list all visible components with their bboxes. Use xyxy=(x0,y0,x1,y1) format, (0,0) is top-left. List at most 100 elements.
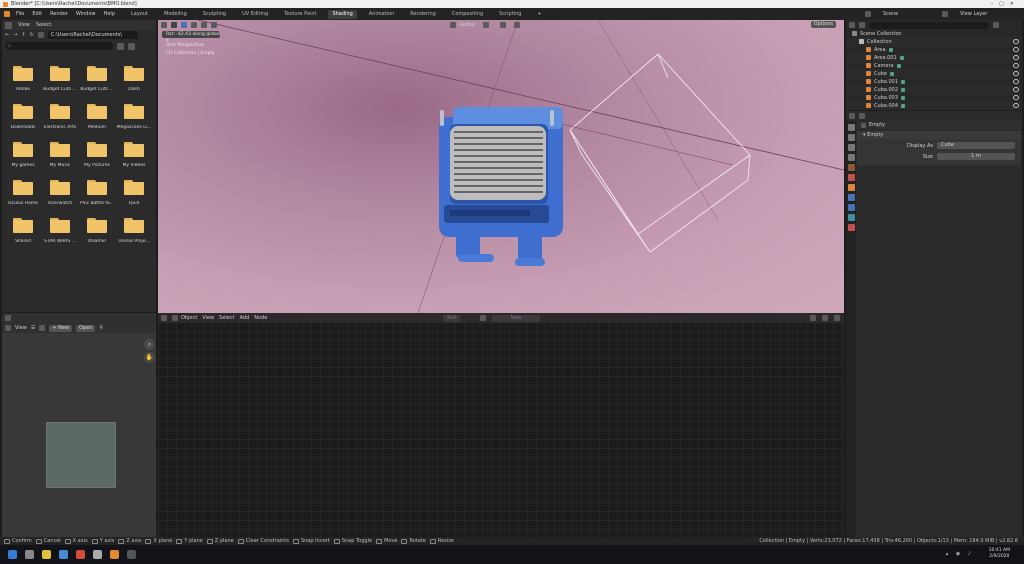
tab-animation[interactable]: Animation xyxy=(365,10,399,19)
object-tab-icon[interactable] xyxy=(847,184,855,191)
folder-item[interactable]: Medium xyxy=(79,104,115,130)
outliner-row[interactable]: Scene Collection xyxy=(846,30,1022,38)
view-layer-selector[interactable]: View Layer xyxy=(942,11,995,17)
folder-item[interactable]: My Pictures xyxy=(79,142,115,168)
backdrop-icon[interactable] xyxy=(822,315,828,321)
visibility-eye-icon[interactable] xyxy=(1013,71,1019,76)
ne-menu-add[interactable]: Add xyxy=(240,315,250,321)
outliner-search-input[interactable] xyxy=(869,21,989,29)
taskbar-clock[interactable]: 10:41 AM 2/9/2020 xyxy=(989,548,1010,560)
filter-search-input[interactable]: ⌕ xyxy=(5,42,113,50)
refresh-icon[interactable]: ↻ xyxy=(30,32,34,38)
folder-item[interactable]: Budget Cuts ... xyxy=(79,66,115,92)
folder-item[interactable]: My games xyxy=(5,142,41,168)
render-tab-icon[interactable] xyxy=(847,134,855,141)
select-subtract-icon[interactable] xyxy=(201,22,207,28)
pin-icon[interactable] xyxy=(810,315,816,321)
visibility-eye-icon[interactable] xyxy=(1013,79,1019,84)
app-icon-2[interactable] xyxy=(76,550,85,559)
pan-hand-icon[interactable]: ✋ xyxy=(144,352,155,363)
tab-shading[interactable]: Shading xyxy=(328,9,357,19)
tab-rendering[interactable]: Rendering xyxy=(406,10,440,19)
folder-item[interactable]: STAR WARS ... xyxy=(42,218,78,244)
search-icon[interactable] xyxy=(859,113,865,119)
tab-sculpting[interactable]: Sculpting xyxy=(199,10,230,19)
pivot-icon[interactable] xyxy=(483,22,489,28)
size-input[interactable]: 1 m xyxy=(937,153,1015,160)
tab-compositing[interactable]: Compositing xyxy=(448,10,487,19)
display-mode-icon[interactable] xyxy=(859,22,865,28)
ne-menu-node[interactable]: Node xyxy=(254,315,267,321)
filter-icon[interactable] xyxy=(128,42,135,50)
shader-node-editor[interactable]: Object View Select Add Node Slot New xyxy=(158,313,844,537)
outliner-row[interactable]: Cube.004 xyxy=(846,102,1022,110)
visibility-eye-icon[interactable] xyxy=(1013,47,1019,52)
outliner-row[interactable]: Cube.001 xyxy=(846,78,1022,86)
tab-texture-paint[interactable]: Texture Paint xyxy=(280,10,320,19)
display-as-dropdown[interactable]: Cube xyxy=(937,142,1015,149)
slot-dropdown[interactable]: Slot xyxy=(443,314,461,322)
zoom-icon[interactable]: ⌕ xyxy=(144,339,155,350)
folder-item[interactable]: Unreal Proje... xyxy=(116,218,152,244)
open-image-button[interactable]: Open xyxy=(76,324,96,332)
blender-taskbar-icon[interactable] xyxy=(110,550,119,559)
visibility-eye-icon[interactable] xyxy=(1013,39,1019,44)
menu-window[interactable]: Window xyxy=(76,11,96,17)
constraints-tab-icon[interactable] xyxy=(847,204,855,211)
outliner-row[interactable]: Collection xyxy=(846,38,1022,46)
menu-edit[interactable]: Edit xyxy=(32,11,42,17)
app-icon[interactable] xyxy=(59,550,68,559)
system-tray-icons[interactable]: ▴ ◉ ♪ xyxy=(946,551,974,557)
tool-tab-icon[interactable] xyxy=(847,124,855,131)
image-browse-icon[interactable] xyxy=(39,325,46,331)
visibility-eye-icon[interactable] xyxy=(1013,95,1019,100)
windows-start-icon[interactable] xyxy=(8,550,17,559)
add-workspace-icon[interactable]: + xyxy=(533,10,545,19)
image-editor-icon[interactable] xyxy=(5,325,11,331)
folder-item[interactable]: Shared xyxy=(5,218,41,244)
output-tab-icon[interactable] xyxy=(847,144,855,151)
folder-item[interactable]: Electronic Arts xyxy=(42,104,78,130)
blender-menu-icon[interactable] xyxy=(4,11,10,17)
editor-type-icon[interactable] xyxy=(161,22,167,28)
data-tab-icon[interactable] xyxy=(847,214,855,221)
editor-type-icon[interactable] xyxy=(849,113,855,119)
visibility-eye-icon[interactable] xyxy=(1013,63,1019,68)
folder-item[interactable]: Quill xyxy=(116,180,152,206)
select-intersect-icon[interactable] xyxy=(211,22,217,28)
pin-icon[interactable]: ⚲ xyxy=(99,325,103,331)
folder-item[interactable]: Adobe xyxy=(5,66,41,92)
scene-tab-icon[interactable] xyxy=(847,164,855,171)
world-tab-icon[interactable] xyxy=(847,174,855,181)
new-folder-icon[interactable] xyxy=(37,32,44,38)
transform-orientation[interactable]: Global xyxy=(450,22,475,28)
fb-menu-select[interactable]: Select xyxy=(36,22,51,28)
visibility-eye-icon[interactable] xyxy=(1013,55,1019,60)
folder-item[interactable]: Downloads xyxy=(5,104,41,130)
snap-icon[interactable] xyxy=(834,315,840,321)
new-image-button[interactable]: + New xyxy=(49,324,73,332)
texture-tab-icon[interactable] xyxy=(847,224,855,231)
editor-type-icon[interactable] xyxy=(161,315,167,321)
filter-icon[interactable] xyxy=(993,22,999,28)
tab-layout[interactable]: Layout xyxy=(127,10,152,19)
search-icon[interactable] xyxy=(25,550,34,559)
app-icon-3[interactable] xyxy=(93,550,102,559)
folder-item[interactable]: steamvr xyxy=(79,218,115,244)
folder-item[interactable]: Oculus Home xyxy=(5,180,41,206)
view-layer-tab-icon[interactable] xyxy=(847,154,855,161)
tab-scripting[interactable]: Scripting xyxy=(495,10,525,19)
object-mode-dropdown[interactable]: Object xyxy=(172,315,197,321)
outliner-row[interactable]: Cube.002 xyxy=(846,86,1022,94)
menu-help[interactable]: Help xyxy=(104,11,115,17)
display-mode-icon[interactable] xyxy=(117,42,124,50)
fb-menu-view[interactable]: View xyxy=(18,22,30,28)
back-arrow-icon[interactable]: ← xyxy=(5,32,9,38)
panel-title[interactable]: ▾ Empty xyxy=(857,131,1021,139)
material-browse-icon[interactable] xyxy=(480,315,486,321)
app-icon-4[interactable] xyxy=(127,550,136,559)
visibility-eye-icon[interactable] xyxy=(1013,87,1019,92)
select-mode-icon[interactable] xyxy=(181,22,187,28)
scene-selector[interactable]: Scene xyxy=(865,11,906,17)
editor-type-icon[interactable] xyxy=(5,315,11,321)
